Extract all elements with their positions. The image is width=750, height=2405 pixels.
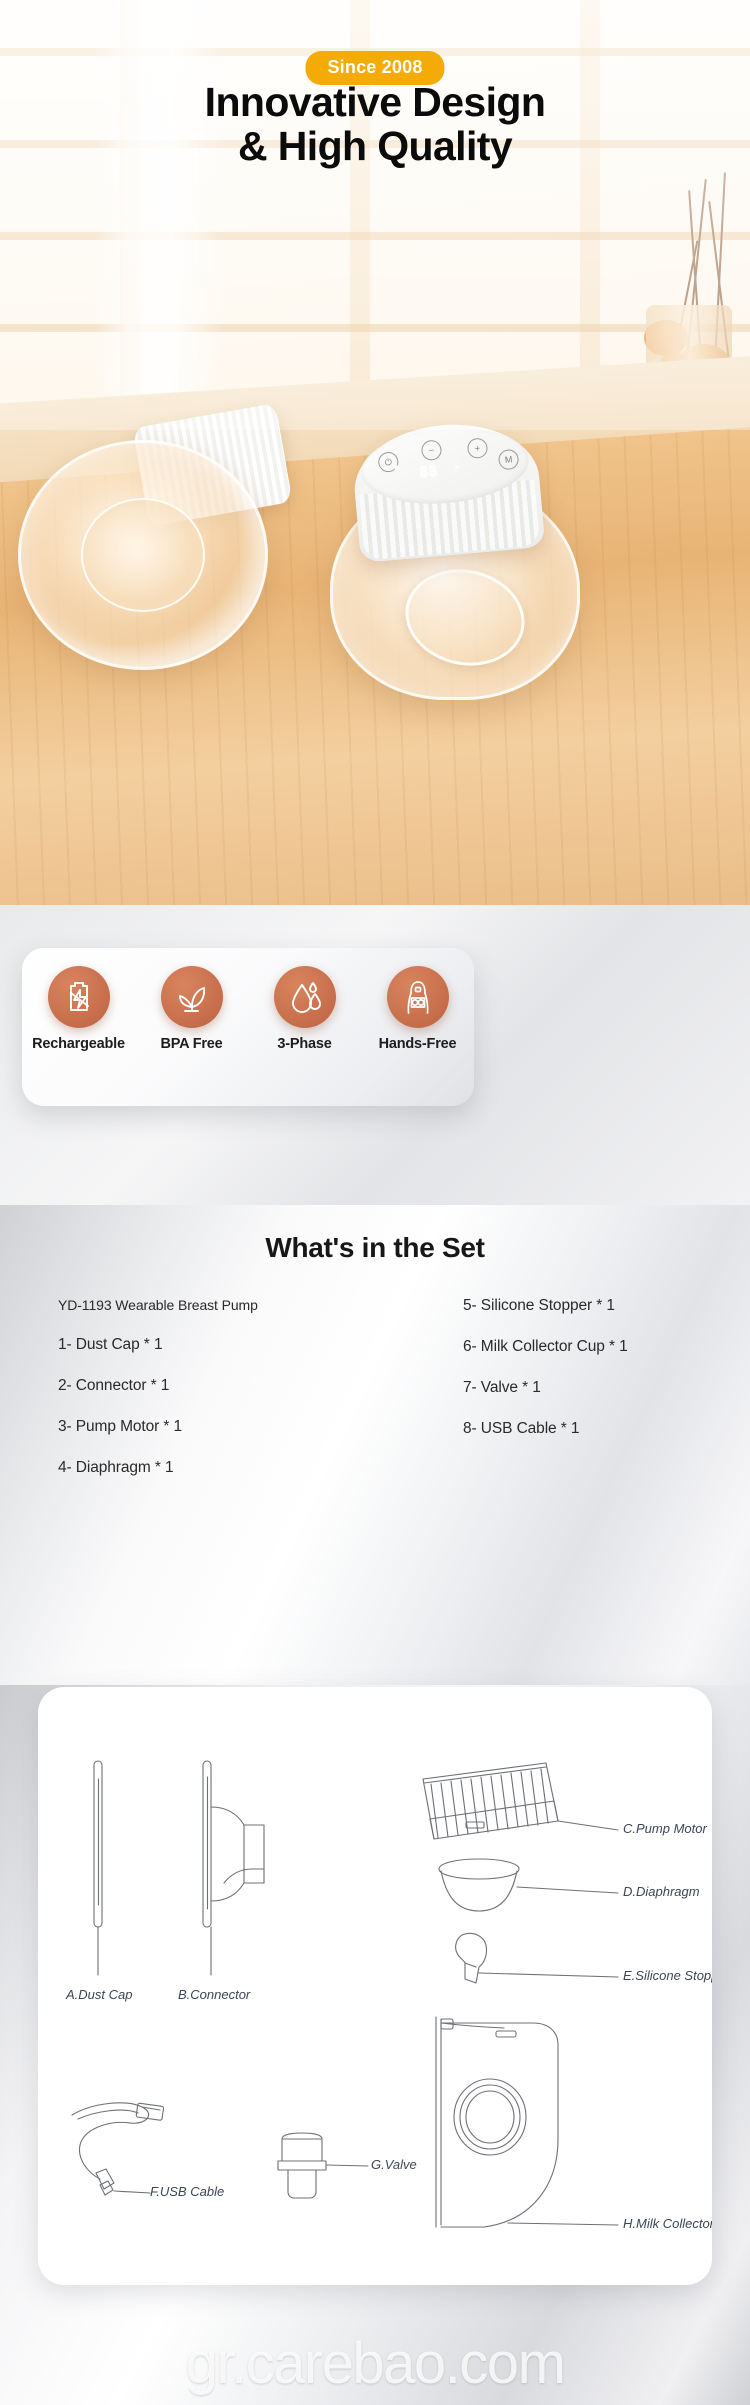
lcd-display: 88 — [418, 461, 439, 482]
set-column-right: 5- Silicone Stopper * 1 6- Milk Collecto… — [375, 1297, 750, 1500]
feature-label: Hands-Free — [378, 1036, 457, 1052]
mode-button[interactable]: M — [497, 448, 520, 471]
valve-drawing — [277, 2132, 369, 2199]
diaphragm-drawing — [438, 1858, 619, 1912]
set-columns: YD-1193 Wearable Breast Pump 1- Dust Cap… — [0, 1297, 750, 1500]
milk-collector-cup-drawing — [435, 2016, 619, 2228]
page-title: Innovative Design & High Quality — [0, 80, 750, 169]
part-label-b: B.Connector — [178, 1987, 251, 2002]
site-watermark: gr.carebao.com — [185, 2331, 566, 2396]
list-item: 5- Silicone Stopper * 1 — [463, 1297, 615, 1314]
section-title: What's in the Set — [265, 1232, 485, 1263]
dust-cap-drawing — [93, 1760, 103, 1976]
feature-label: 3-Phase — [277, 1036, 332, 1052]
part-label-c: C.Pump Motor — [623, 1821, 707, 1836]
parts-line-drawings — [71, 1760, 619, 2228]
set-column-left: YD-1193 Wearable Breast Pump 1- Dust Cap… — [0, 1297, 375, 1500]
whats-in-the-set-section: What's in the Set YD-1193 Wearable Breas… — [0, 1205, 750, 1685]
parts-diagram-section: A.Dust Cap B.Connector C.Pump Motor D.Di… — [0, 1685, 750, 2405]
feature-label: Rechargeable — [32, 1036, 125, 1052]
pump-motor-drawing — [422, 1762, 619, 1840]
feature-bpa-free[interactable]: BPA Free — [141, 966, 243, 1052]
list-item: 8- USB Cable * 1 — [463, 1420, 580, 1437]
usb-cable-drawing — [71, 2102, 165, 2196]
hero-banner: ⏻ − + M 88 ■ ⦿ Since 2008 Innovative Des… — [0, 0, 750, 930]
feature-3-phase[interactable]: 3-Phase — [254, 966, 356, 1052]
feature-rechargeable[interactable]: Rechargeable — [28, 966, 130, 1052]
part-label-e: E.Silicone Stopper — [623, 1968, 712, 1983]
list-item: 1- Dust Cap * 1 — [58, 1336, 163, 1353]
silicone-stopper-drawing — [455, 1932, 619, 1984]
part-label-g: G.Valve — [371, 2157, 417, 2172]
battery-charging-icon — [47, 966, 110, 1028]
leaf-plant-icon — [160, 966, 223, 1028]
list-item: 6- Milk Collector Cup * 1 — [463, 1338, 628, 1355]
list-item: YD-1193 Wearable Breast Pump — [58, 1297, 258, 1313]
feature-label: BPA Free — [160, 1036, 223, 1052]
part-label-a: A.Dust Cap — [66, 1987, 133, 2002]
list-item: 4- Diaphragm * 1 — [58, 1459, 174, 1476]
battery-indicator-icon: ■ — [394, 463, 401, 473]
minus-icon[interactable]: − — [420, 439, 443, 462]
droplet-indicator-icon: ⦿ — [452, 462, 462, 473]
water-drops-icon — [273, 966, 336, 1028]
part-label-f: F.USB Cable — [150, 2184, 225, 2199]
plus-icon[interactable]: + — [466, 437, 489, 460]
list-item: 3- Pump Motor * 1 — [58, 1418, 183, 1435]
parts-card: A.Dust Cap B.Connector C.Pump Motor D.Di… — [38, 1687, 712, 2285]
part-label-h: H.Milk Collector Cup — [623, 2216, 712, 2231]
part-label-d: D.Diaphragm — [623, 1884, 700, 1899]
features-section: Rechargeable BPA Free 3-Phase Hands-Free — [0, 905, 750, 1205]
hero-title-line-1: Innovative Design — [204, 79, 546, 125]
features-card: Rechargeable BPA Free 3-Phase Hands-Free — [22, 948, 474, 1106]
milk-collector-cup-product — [18, 440, 268, 670]
list-item: 2- Connector * 1 — [58, 1377, 170, 1394]
mother-wearing-pump-icon — [386, 966, 449, 1028]
hero-title-line-2: & High Quality — [237, 123, 513, 170]
list-item: 7- Valve * 1 — [463, 1379, 541, 1396]
connector-drawing — [202, 1760, 265, 1976]
feature-hands-free[interactable]: Hands-Free — [367, 966, 469, 1052]
